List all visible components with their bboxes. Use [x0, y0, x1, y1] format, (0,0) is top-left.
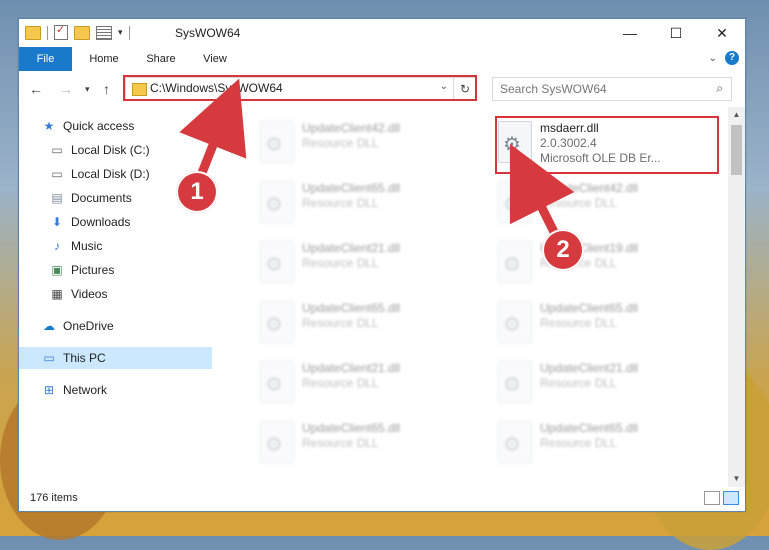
callout-step-1: 1	[176, 171, 218, 213]
callout-step-2: 2	[542, 229, 584, 271]
arrow-to-address-bar	[179, 78, 247, 183]
annotation-arrows	[179, 78, 575, 241]
arrow-to-msdaerr-file	[509, 143, 575, 241]
